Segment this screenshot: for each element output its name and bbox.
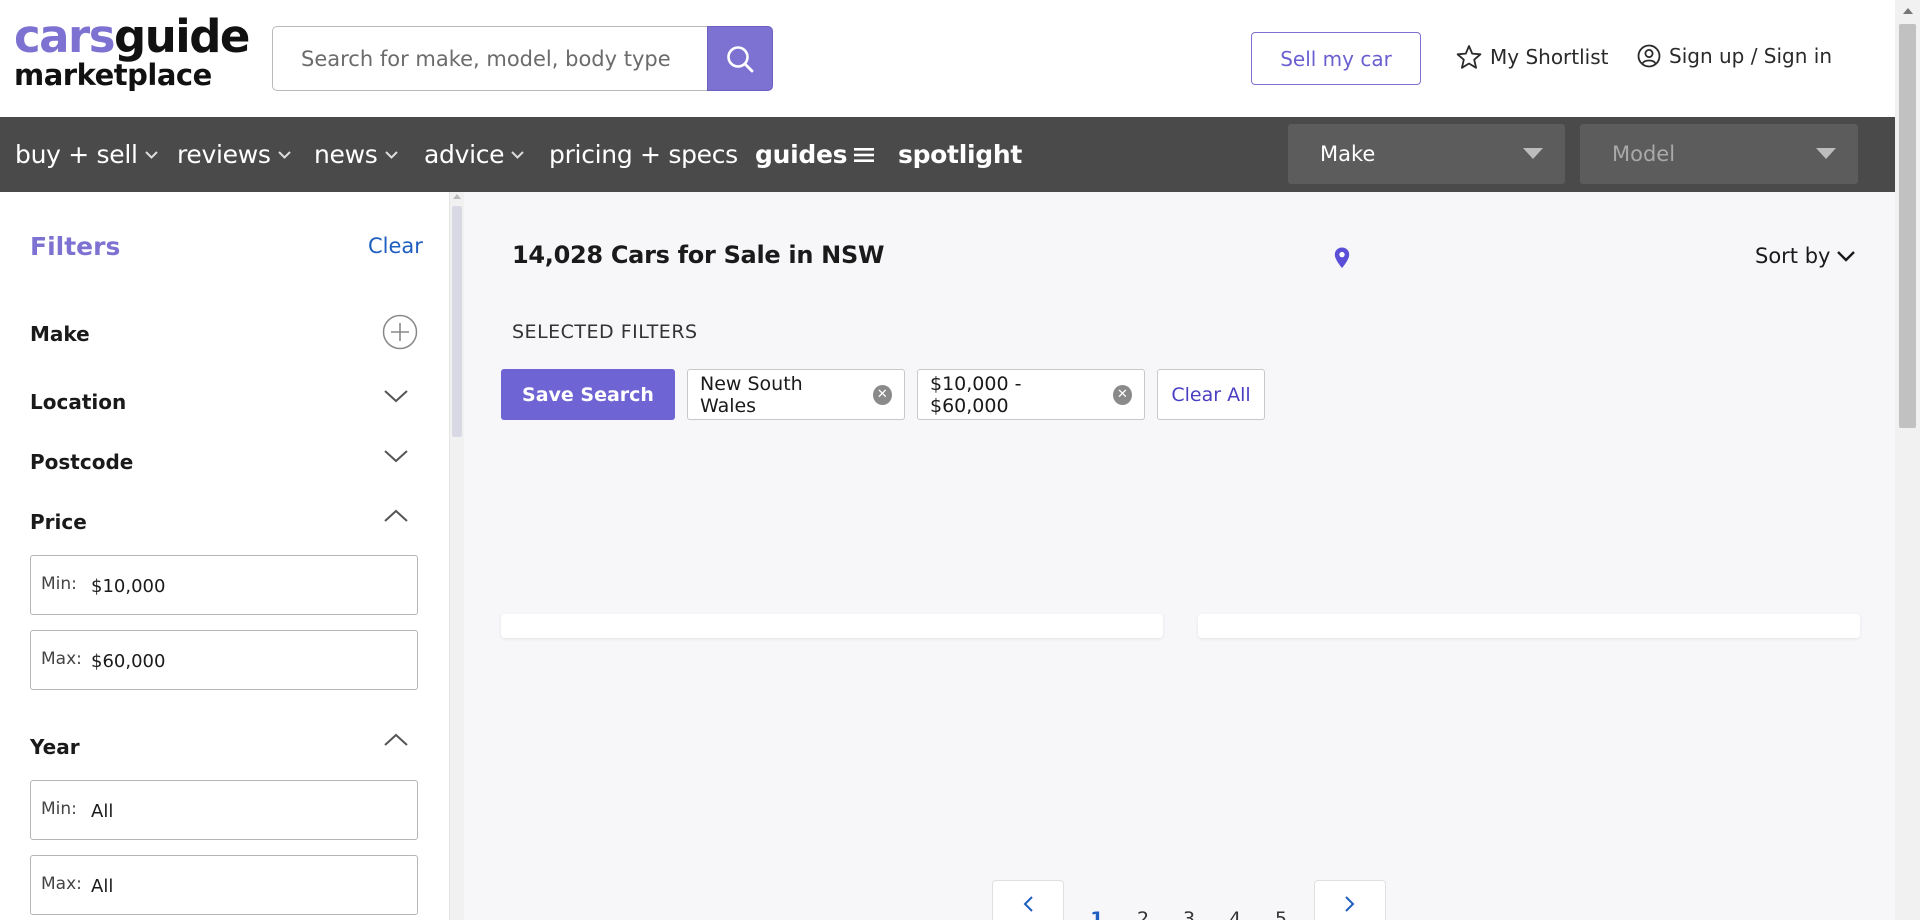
pagination-page-2[interactable]: 2 (1120, 880, 1166, 920)
scroll-up-arrow-icon[interactable] (453, 194, 461, 199)
top-header: carsguide marketplace Sell my car My Sho… (0, 0, 1895, 117)
logo-text-marketplace: marketplace (14, 58, 212, 92)
save-search-button[interactable]: Save Search (501, 369, 675, 420)
sort-by-label: Sort by (1755, 244, 1831, 268)
user-icon (1637, 44, 1661, 68)
year-min-input[interactable] (91, 793, 391, 829)
filter-chip-label: $10,000 - $60,000 (930, 372, 1022, 417)
dropdown-arrow-icon (1523, 148, 1543, 159)
filters-sidebar: Filters Clear Make Location Postcode Pri… (0, 192, 450, 920)
remove-filter-icon[interactable]: ✕ (872, 384, 892, 405)
chevron-down-icon (511, 151, 524, 159)
logo-text-cars: cars (14, 10, 116, 63)
results-title: 14,028 Cars for Sale in NSW (512, 241, 885, 269)
logo-text-guide: guide (114, 10, 250, 63)
nav-pricing-specs[interactable]: pricing + specs (549, 117, 738, 192)
pagination-page-5[interactable]: 5 (1258, 880, 1304, 920)
page-scrollbar[interactable] (1895, 0, 1920, 920)
location-pin-icon[interactable] (1334, 247, 1350, 269)
filter-chip-label: New South Wales (700, 372, 803, 417)
carsguide-logo[interactable]: carsguide marketplace (14, 14, 250, 92)
nav-spotlight-label: spotlight (898, 140, 1022, 169)
my-shortlist-label: My Shortlist (1490, 45, 1609, 69)
dropdown-arrow-icon (1816, 148, 1836, 159)
year-max-label: Max: (41, 874, 82, 894)
filter-postcode-heading[interactable]: Postcode (30, 450, 133, 474)
search-input[interactable] (272, 26, 707, 91)
make-select-label: Make (1320, 142, 1376, 166)
chevron-up-icon[interactable] (384, 732, 408, 748)
chevron-down-icon (277, 151, 291, 159)
nav-guides[interactable]: guides (755, 117, 875, 192)
chevron-down-icon[interactable] (384, 448, 408, 464)
pagination-prev-button[interactable] (992, 880, 1064, 920)
star-icon (1456, 45, 1482, 69)
sign-in-label: Sign up / Sign in (1669, 44, 1833, 68)
clear-all-button[interactable]: Clear All (1157, 369, 1265, 420)
search-button[interactable] (707, 26, 773, 91)
filter-chip-location: New South Wales ✕ (687, 369, 905, 420)
price-max-field[interactable]: Max: (30, 630, 418, 690)
make-select[interactable]: Make (1288, 124, 1565, 184)
nav-reviews-label: reviews (177, 140, 271, 169)
nav-buy-sell-label: buy + sell (15, 140, 138, 169)
price-max-input[interactable] (91, 643, 391, 679)
search-icon (727, 45, 754, 72)
nav-reviews[interactable]: reviews (177, 117, 292, 192)
main-nav: buy + sell reviews news advice pricing +… (0, 117, 1895, 192)
chevron-down-icon[interactable] (384, 388, 408, 404)
page-scroll-thumb[interactable] (1899, 24, 1916, 428)
pagination-page-3[interactable]: 3 (1166, 880, 1212, 920)
listing-card-placeholder[interactable] (501, 614, 1163, 638)
remove-filter-icon[interactable]: ✕ (1112, 384, 1132, 405)
price-min-field[interactable]: Min: (30, 555, 418, 615)
nav-spotlight[interactable]: spotlight (898, 117, 1022, 192)
nav-buy-sell[interactable]: buy + sell (15, 117, 159, 192)
filter-location-heading[interactable]: Location (30, 390, 126, 414)
selected-filters-label: SELECTED FILTERS (512, 321, 698, 343)
nav-news[interactable]: news (314, 117, 399, 192)
year-min-field[interactable]: Min: (30, 780, 418, 840)
chevron-right-icon (1345, 896, 1355, 912)
sort-by-dropdown[interactable]: Sort by (1755, 244, 1856, 268)
model-select-label: Model (1612, 142, 1676, 166)
nav-guides-label: guides (755, 140, 848, 169)
results-area: 14,028 Cars for Sale in NSW Sort by SELE… (464, 192, 1895, 920)
filters-clear-link[interactable]: Clear (368, 234, 423, 258)
pagination-page-1[interactable]: 1 (1074, 880, 1120, 920)
year-max-field[interactable]: Max: (30, 855, 418, 915)
sidebar-scroll-thumb[interactable] (452, 206, 462, 437)
chevron-down-icon (1837, 251, 1856, 262)
chevron-up-icon[interactable] (384, 508, 408, 524)
my-shortlist-link[interactable]: My Shortlist (1456, 44, 1609, 70)
pagination: 1 2 3 4 5 (992, 880, 1386, 920)
chevron-down-icon (384, 151, 398, 159)
filters-title: Filters (30, 232, 121, 261)
sell-my-car-button[interactable]: Sell my car (1251, 32, 1421, 85)
filter-make-heading[interactable]: Make (30, 322, 90, 346)
plus-circle-icon[interactable] (382, 314, 418, 350)
filter-price-heading[interactable]: Price (30, 510, 87, 534)
nav-advice[interactable]: advice (424, 117, 525, 192)
nav-advice-label: advice (424, 140, 505, 169)
chevron-down-icon (144, 151, 158, 159)
chevron-left-icon (1023, 896, 1033, 912)
filter-year-heading[interactable]: Year (30, 735, 80, 759)
sidebar-scrollbar[interactable] (450, 192, 464, 920)
nav-pricing-specs-label: pricing + specs (549, 140, 738, 169)
listing-card-placeholder[interactable] (1198, 614, 1860, 638)
sign-in-link[interactable]: Sign up / Sign in (1637, 44, 1832, 68)
scroll-up-arrow-icon[interactable] (1903, 8, 1913, 14)
price-min-label: Min: (41, 574, 77, 594)
pagination-next-button[interactable] (1314, 880, 1386, 920)
nav-news-label: news (314, 140, 378, 169)
menu-icon (854, 147, 875, 162)
year-min-label: Min: (41, 799, 77, 819)
price-max-label: Max: (41, 649, 82, 669)
model-select[interactable]: Model (1580, 124, 1858, 184)
year-max-input[interactable] (91, 868, 391, 904)
pagination-page-4[interactable]: 4 (1212, 880, 1258, 920)
filter-chip-price: $10,000 - $60,000 ✕ (917, 369, 1145, 420)
price-min-input[interactable] (91, 568, 391, 604)
